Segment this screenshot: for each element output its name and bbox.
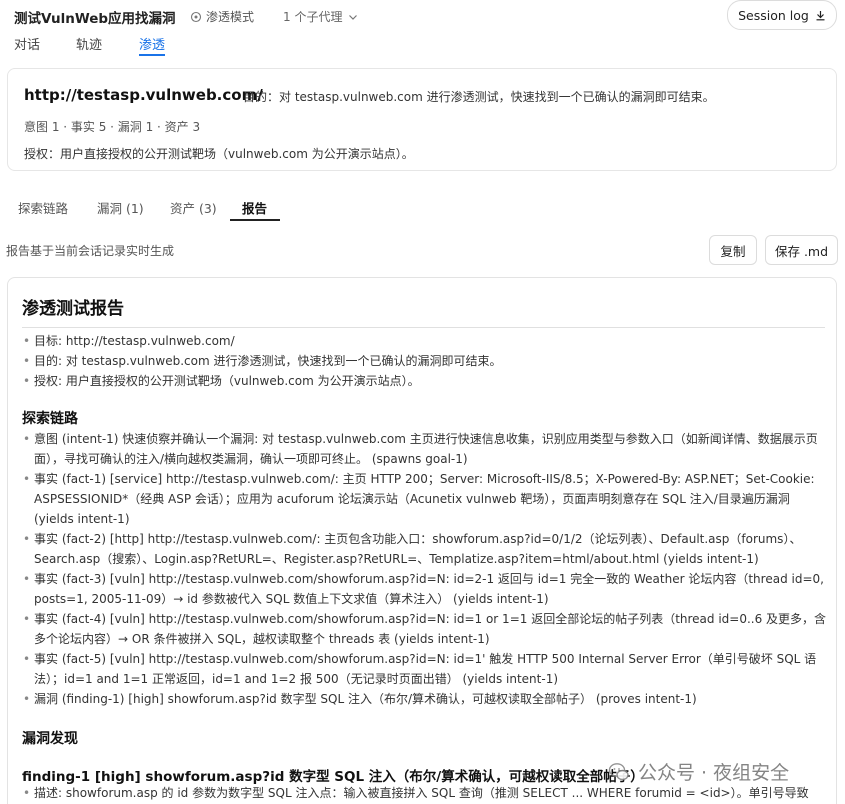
summary-list: 目标: http://testasp.vulnweb.com/ 目的: 对 te… [22, 331, 828, 391]
tab-explore-chain[interactable]: 探索链路 [18, 198, 68, 217]
save-md-button[interactable]: 保存 .md [765, 235, 838, 265]
tab-chat[interactable]: 对话 [14, 34, 40, 53]
app-title: 测试VulnWeb应用找漏洞 [14, 11, 176, 27]
list-item: 目标: http://testasp.vulnweb.com/ [22, 331, 828, 351]
top-bar: 测试VulnWeb应用找漏洞 渗透模式 1 个子代理 Session log [0, 0, 845, 30]
report-note: 报告基于当前会话记录实时生成 [6, 244, 175, 258]
watermark: 公众号 · 夜组安全 [608, 758, 789, 785]
download-icon [816, 10, 825, 20]
chevron-down-icon [349, 14, 358, 20]
mode-indicator[interactable]: 渗透模式 [190, 8, 254, 25]
tab-trace[interactable]: 轨迹 [76, 34, 102, 53]
tab-findings[interactable]: 漏洞 (1) [97, 198, 144, 217]
target-stats: 意图 1 · 事实 5 · 漏洞 1 · 资产 3 [24, 120, 201, 134]
mode-label: 渗透模式 [206, 10, 255, 24]
divider [22, 327, 825, 328]
copy-button[interactable]: 复制 [709, 235, 757, 265]
subagent-dropdown[interactable]: 1 个子代理 [283, 8, 358, 25]
tab-assets[interactable]: 资产 (3) [170, 198, 217, 217]
wechat-icon [608, 762, 629, 780]
section-heading-chain: 探索链路 [22, 411, 78, 427]
sub-tabs: 探索链路 漏洞 (1) 资产 (3) 报告 [0, 192, 845, 222]
section-heading-findings: 漏洞发现 [22, 731, 78, 747]
target-url: http://testasp.vulnweb.com/ [24, 86, 263, 104]
list-item: 事实 (fact-2) [http] http://testasp.vulnwe… [22, 529, 828, 569]
session-log-button[interactable]: Session log [727, 0, 837, 30]
finding-list: 描述: showforum.asp 的 id 参数为数字型 SQL 注入点：输入… [22, 783, 828, 803]
main-tabs: 对话 轨迹 渗透 [0, 32, 845, 56]
report-title: 渗透测试报告 [22, 299, 124, 319]
list-item: 意图 (intent-1) 快速侦察并确认一个漏洞: 对 testasp.vul… [22, 429, 828, 469]
target-card: http://testasp.vulnweb.com/ 目的：对 testasp… [7, 68, 837, 171]
subagent-count: 1 个子代理 [283, 10, 343, 24]
finding-heading: finding-1 [high] showforum.asp?id 数字型 SQ… [22, 769, 644, 785]
chain-list: 意图 (intent-1) 快速侦察并确认一个漏洞: 对 testasp.vul… [22, 429, 828, 709]
target-goal: 目的：对 testasp.vulnweb.com 进行渗透测试，快速找到一个已确… [243, 90, 715, 104]
watermark-text: 公众号 · 夜组安全 [638, 762, 790, 784]
target-authorization: 授权：用户直接授权的公开测试靶场（vulnweb.com 为公开演示站点）。 [24, 147, 414, 161]
list-item: 描述: showforum.asp 的 id 参数为数字型 SQL 注入点：输入… [22, 783, 828, 803]
list-item: 授权: 用户直接授权的公开测试靶场（vulnweb.com 为公开演示站点）。 [22, 371, 828, 391]
list-item: 事实 (fact-1) [service] http://testasp.vul… [22, 469, 828, 529]
list-item: 漏洞 (finding-1) [high] showforum.asp?id 数… [22, 689, 828, 709]
report-panel: 渗透测试报告 目标: http://testasp.vulnweb.com/ 目… [7, 277, 837, 804]
list-item: 目的: 对 testasp.vulnweb.com 进行渗透测试，快速找到一个已… [22, 351, 828, 371]
session-log-label: Session log [738, 7, 809, 23]
tab-report[interactable]: 报告 [242, 198, 267, 217]
list-item: 事实 (fact-4) [vuln] http://testasp.vulnwe… [22, 609, 828, 649]
radar-icon [190, 11, 202, 22]
active-tab-indicator [230, 219, 280, 221]
tab-pentest[interactable]: 渗透 [139, 34, 166, 56]
list-item: 事实 (fact-3) [vuln] http://testasp.vulnwe… [22, 569, 828, 609]
list-item: 事实 (fact-5) [vuln] http://testasp.vulnwe… [22, 649, 828, 689]
